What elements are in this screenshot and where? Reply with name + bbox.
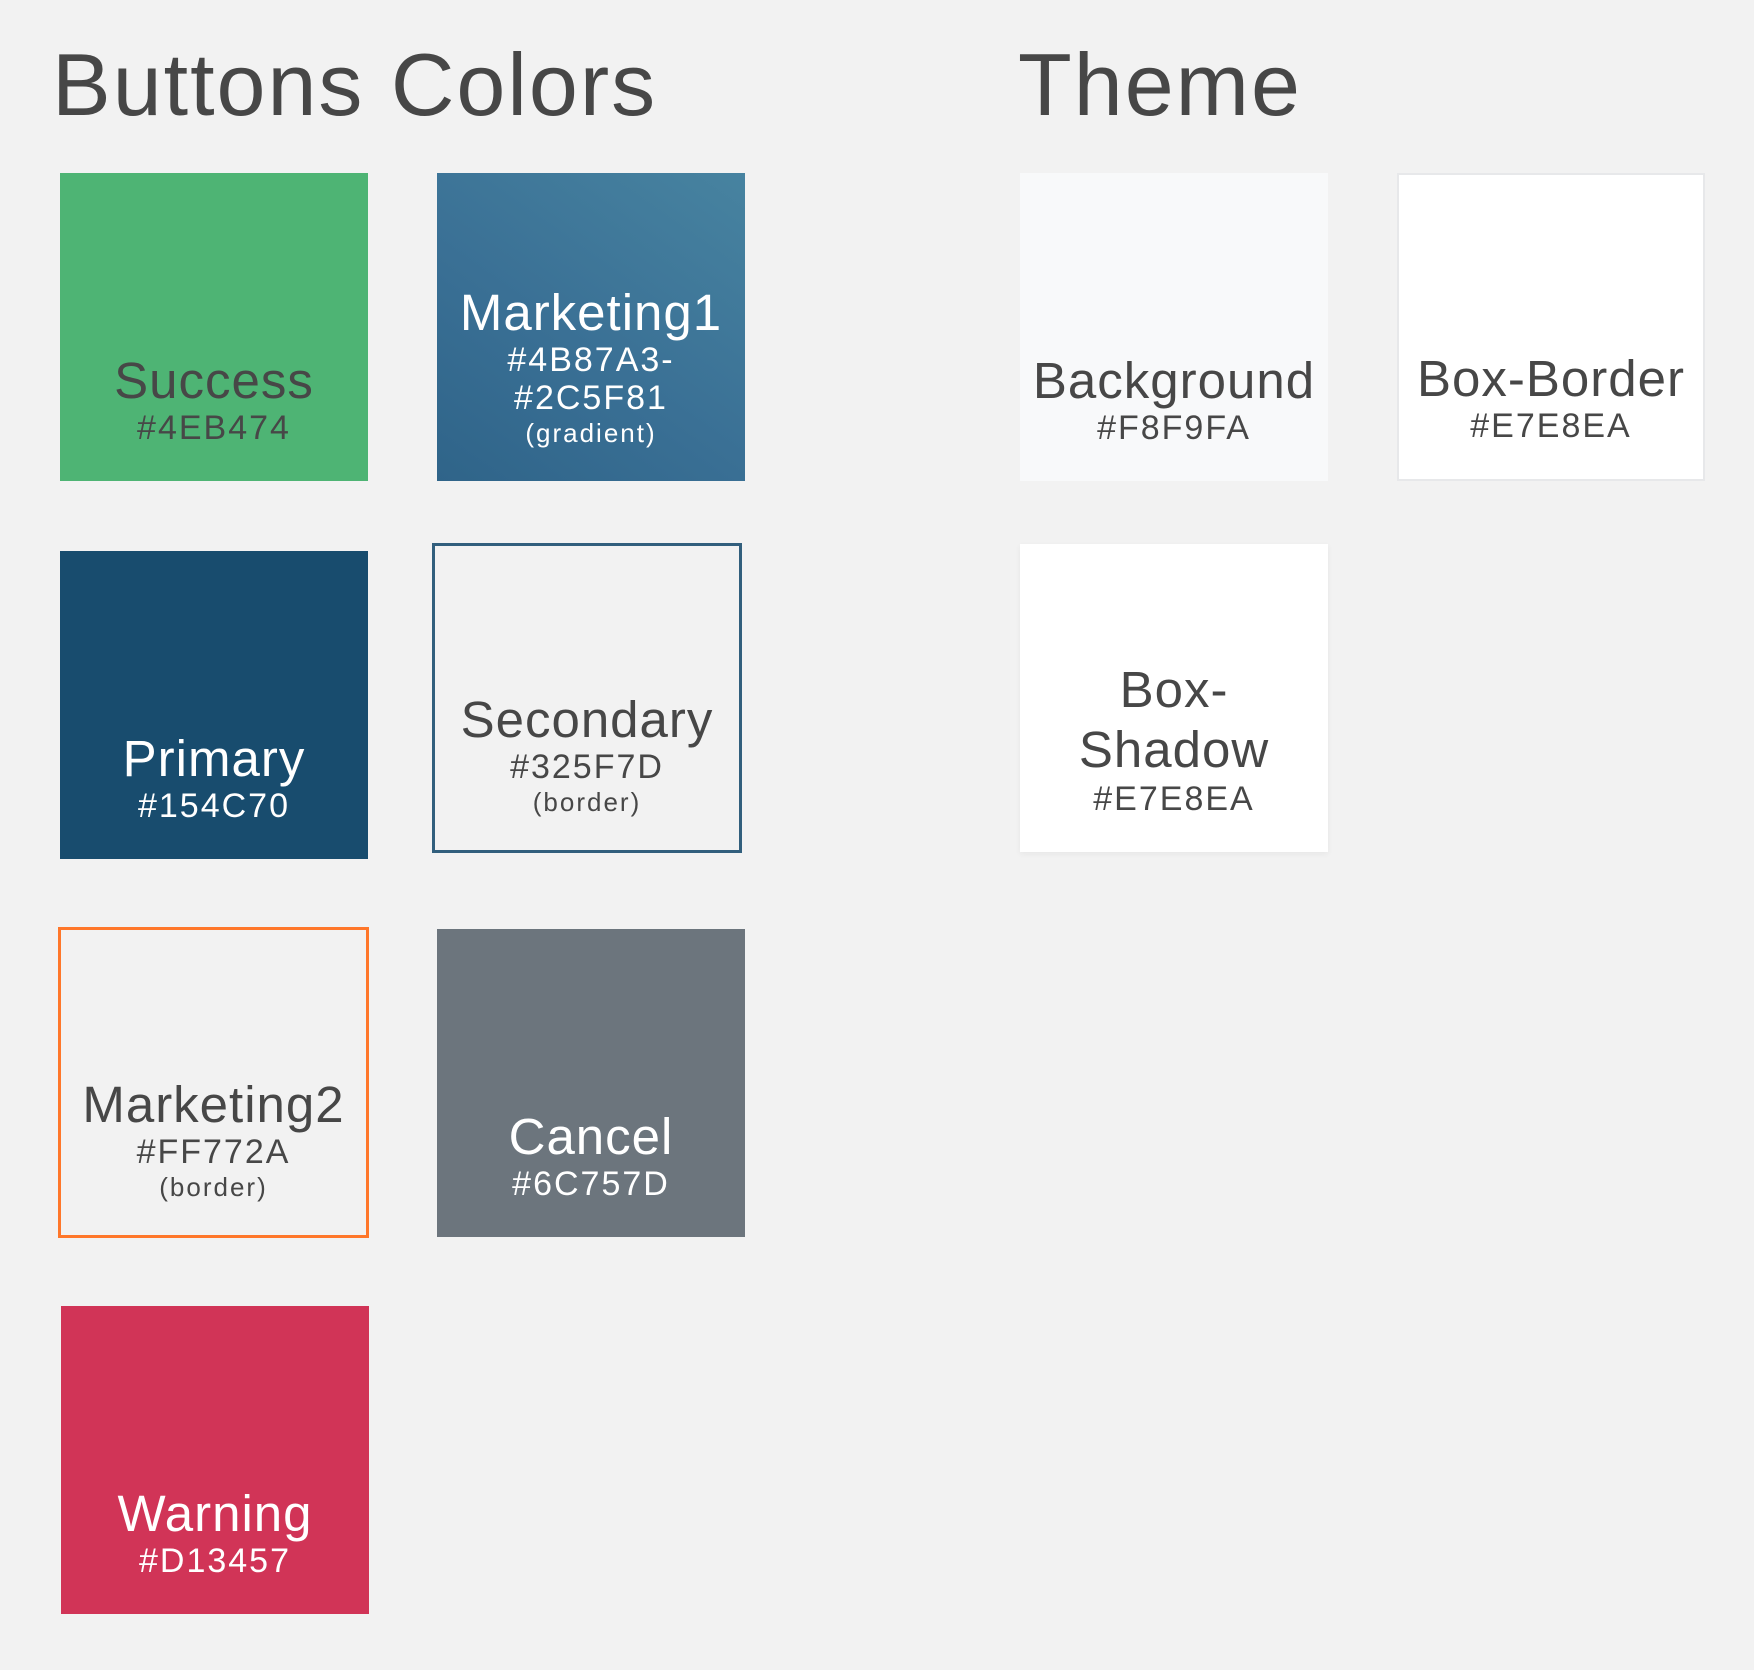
- swatch-hex: #FF772A: [136, 1133, 291, 1171]
- box-shadow-swatch: Box- Shadow #E7E8EA: [1020, 544, 1328, 852]
- swatch-name: Secondary: [460, 691, 714, 748]
- swatch-name: Warning: [117, 1485, 313, 1542]
- theme-heading: Theme: [1018, 35, 1302, 134]
- swatch-name: Primary: [122, 730, 306, 787]
- marketing1-swatch: Marketing1 #4B87A3- #2C5F81 (gradient): [437, 173, 745, 481]
- swatch-name: Box- Shadow: [1078, 661, 1270, 778]
- cancel-swatch: Cancel #6C757D: [437, 929, 745, 1237]
- swatch-hex: #325F7D: [510, 748, 664, 786]
- swatch-hex: #6C757D: [512, 1165, 670, 1203]
- buttons-colors-heading: Buttons Colors: [52, 35, 658, 134]
- swatch-name: Box-Border: [1417, 350, 1685, 407]
- background-swatch: Background #F8F9FA: [1020, 173, 1328, 481]
- swatch-note: (gradient): [525, 418, 657, 448]
- swatch-name: Marketing2: [82, 1076, 345, 1133]
- swatch-hex: #E7E8EA: [1093, 780, 1255, 818]
- warning-swatch: Warning #D13457: [61, 1306, 369, 1614]
- swatch-hex: #E7E8EA: [1470, 407, 1632, 445]
- swatch-hex: #4B87A3- #2C5F81: [507, 341, 675, 417]
- swatch-hex: #4EB474: [137, 409, 291, 447]
- swatch-hex: #154C70: [137, 787, 290, 825]
- marketing2-swatch: Marketing2 #FF772A (border): [58, 927, 369, 1238]
- swatch-hex: #D13457: [138, 1542, 291, 1580]
- success-swatch: Success #4EB474: [60, 173, 368, 481]
- swatch-note: (border): [532, 787, 642, 817]
- primary-swatch: Primary #154C70: [60, 551, 368, 859]
- swatch-hex: #F8F9FA: [1097, 409, 1251, 447]
- swatch-note: (border): [159, 1172, 268, 1202]
- box-border-swatch: Box-Border #E7E8EA: [1397, 173, 1705, 481]
- swatch-name: Cancel: [508, 1108, 674, 1165]
- swatch-name: Success: [114, 352, 314, 409]
- secondary-swatch: Secondary #325F7D (border): [432, 543, 742, 853]
- swatch-name: Background: [1032, 352, 1316, 409]
- swatch-name: Marketing1: [459, 284, 723, 341]
